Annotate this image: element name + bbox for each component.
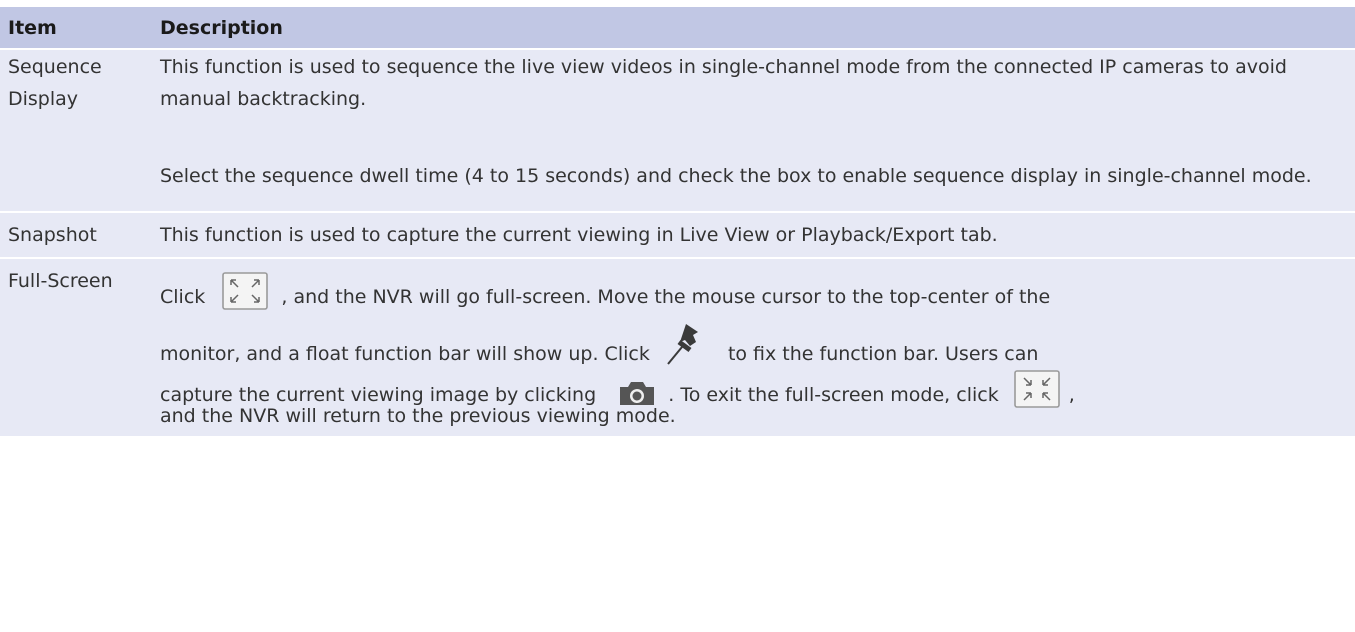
pin-icon <box>666 320 702 368</box>
row-description: Click , and the NVR will go full-screen.… <box>160 259 1355 436</box>
row-description: This function is used to sequence the li… <box>160 51 1355 211</box>
table-row-sequence-display: Sequence Display This function is used t… <box>0 50 1355 213</box>
description-line: monitor, and a float function bar will s… <box>160 320 1038 368</box>
description-table: Item Description Sequence Display This f… <box>0 7 1355 438</box>
row-item-label: Sequence Display <box>8 56 102 110</box>
row-item-label: Snapshot <box>8 224 97 246</box>
table-row-snapshot: Snapshot This function is used to captur… <box>0 213 1355 259</box>
fullscreen-icon <box>221 271 269 311</box>
exit-fullscreen-icon <box>1013 369 1061 409</box>
description-line: and the NVR will return to the previous … <box>160 405 676 427</box>
header-description: Description <box>160 16 283 39</box>
description-line: Click , and the NVR will go full-screen.… <box>160 271 1050 311</box>
description-paragraph: This function is used to sequence the li… <box>160 56 1287 110</box>
row-description: This function is used to capture the cur… <box>160 224 998 246</box>
header-item: Item <box>8 16 57 39</box>
description-paragraph: Select the sequence dwell time (4 to 15 … <box>160 165 1312 187</box>
table-header: Item Description <box>0 7 1355 50</box>
row-item-label: Full-Screen <box>8 270 113 292</box>
table-row-full-screen: Full-Screen Click , and the NVR will go … <box>0 259 1355 438</box>
